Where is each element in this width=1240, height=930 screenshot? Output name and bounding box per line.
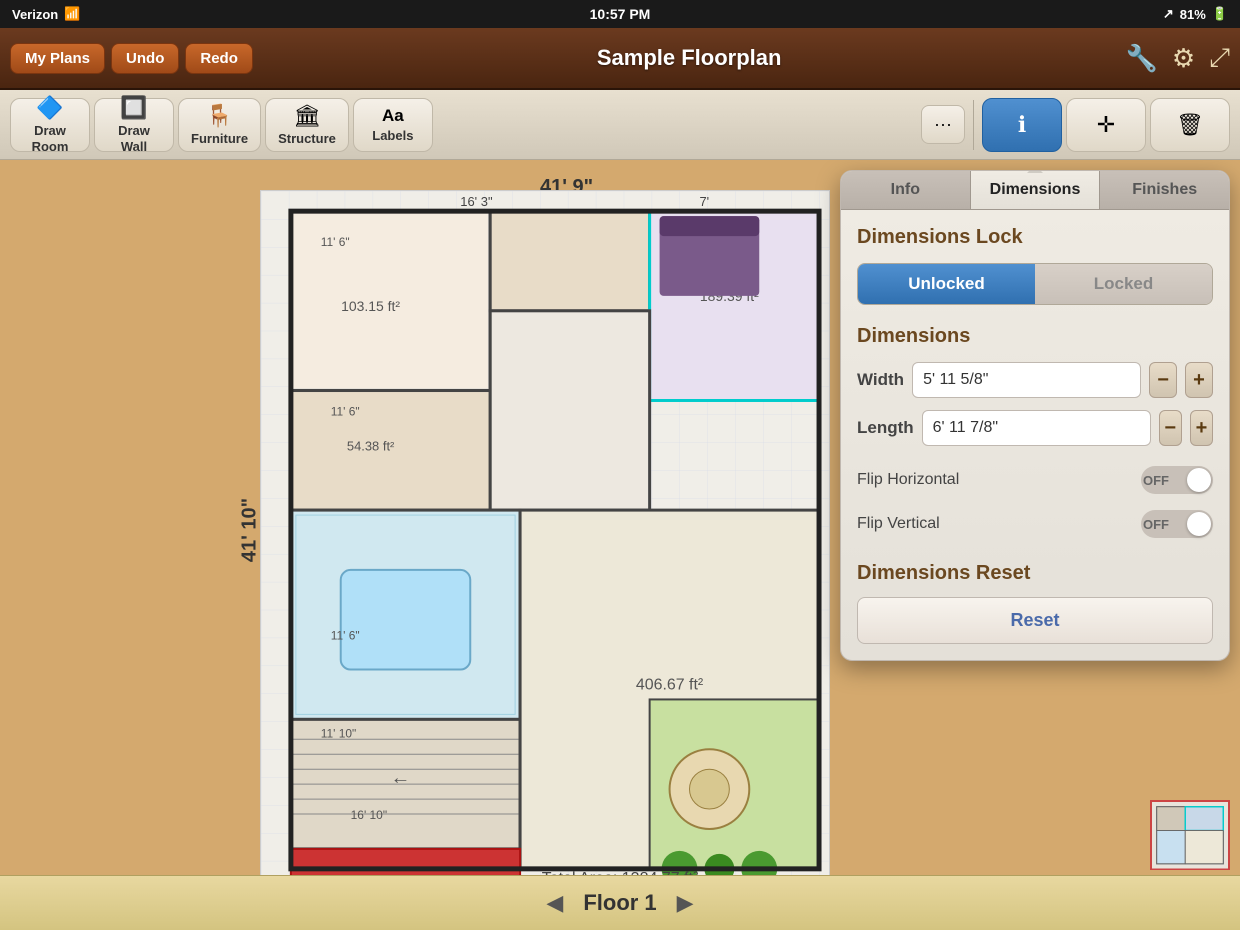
unlocked-button[interactable]: Unlocked: [858, 264, 1035, 304]
flip-horizontal-row: Flip Horizontal OFF: [857, 458, 1213, 502]
length-label: Length: [857, 418, 914, 438]
main-area: 41' 9" 41' 10" 6' 103.15 ft² 11' 6": [0, 160, 1240, 930]
tab-info[interactable]: Info: [841, 171, 971, 209]
floorplan-thumbnail[interactable]: [1150, 800, 1230, 870]
status-right: ↗ 81% 🔋: [1163, 6, 1228, 22]
more-tools-button[interactable]: ···: [921, 105, 965, 144]
structure-icon: 🏛: [293, 103, 321, 129]
dimensions-lock-title: Dimensions Lock: [857, 226, 1213, 249]
wrench-icon[interactable]: 🔧: [1126, 43, 1158, 74]
export-icon[interactable]: ⤢: [1209, 42, 1230, 74]
info-icon: ℹ: [1018, 112, 1026, 138]
status-time: 10:57 PM: [590, 6, 651, 22]
reset-button[interactable]: Reset: [857, 597, 1213, 644]
length-input[interactable]: [922, 410, 1151, 446]
panel-tabs: Info Dimensions Finishes: [841, 171, 1229, 210]
width-label: Width: [857, 370, 904, 390]
floor-prev-button[interactable]: ◀: [546, 890, 563, 916]
locked-button[interactable]: Locked: [1035, 264, 1212, 304]
top-toolbar: My Plans Undo Redo Sample Floorplan 🔧 ⚙ …: [0, 28, 1240, 90]
secondary-toolbar: 🔷 DrawRoom 🔲 DrawWall 🪑 Furniture 🏛 Stru…: [0, 90, 1240, 160]
flip-horizontal-toggle[interactable]: OFF: [1141, 466, 1213, 494]
tab-dimensions[interactable]: Dimensions: [971, 171, 1101, 209]
flip-vertical-knob: [1187, 512, 1211, 536]
wifi-icon: 📶: [64, 6, 80, 22]
move-tool[interactable]: ✛: [1066, 98, 1146, 152]
svg-text:16' 10": 16' 10": [351, 808, 387, 822]
draw-wall-tool[interactable]: 🔲 DrawWall: [94, 98, 174, 152]
flip-vertical-label: Flip Vertical: [857, 515, 940, 533]
labels-tool[interactable]: Aa Labels: [353, 98, 433, 152]
svg-text:406.67 ft²: 406.67 ft²: [636, 676, 703, 693]
flip-horizontal-knob: [1187, 468, 1211, 492]
svg-text:11' 6": 11' 6": [331, 629, 360, 643]
trash-tool[interactable]: 🗑: [1150, 98, 1230, 152]
battery-text: 81%: [1180, 7, 1206, 22]
flip-horizontal-state: OFF: [1143, 473, 1169, 488]
dimensions-panel: Info Dimensions Finishes Dimensions Lock…: [840, 170, 1230, 661]
floor-name: Floor 1: [583, 890, 656, 916]
floor-navigation: ◀ Floor 1 ▶: [0, 875, 1240, 930]
top-toolbar-right: 🔧 ⚙ ⤢: [1126, 42, 1231, 74]
draw-room-icon: 🔷: [36, 95, 63, 121]
dimensions-title: Dimensions: [857, 325, 1213, 348]
svg-text:←: ←: [391, 767, 411, 789]
panel-content: Dimensions Lock Unlocked Locked Dimensio…: [841, 210, 1229, 660]
toolbar-separator: [973, 100, 974, 150]
redo-button[interactable]: Redo: [185, 43, 253, 74]
length-row: Length − +: [857, 410, 1213, 446]
flip-horizontal-label: Flip Horizontal: [857, 471, 959, 489]
location-icon: ↗: [1163, 6, 1174, 22]
floor-next-button[interactable]: ▶: [677, 890, 694, 916]
width-increment-button[interactable]: +: [1185, 362, 1213, 398]
my-plans-button[interactable]: My Plans: [10, 43, 105, 74]
dimensions-reset-title: Dimensions Reset: [857, 562, 1213, 585]
labels-icon: Aa: [382, 106, 404, 126]
app-title: Sample Floorplan: [253, 45, 1126, 71]
gear-icon[interactable]: ⚙: [1172, 43, 1195, 74]
flip-vertical-toggle[interactable]: OFF: [1141, 510, 1213, 538]
draw-wall-icon: 🔲: [120, 95, 147, 121]
trash-icon: 🗑: [1176, 112, 1204, 138]
width-input[interactable]: [912, 362, 1141, 398]
flip-vertical-row: Flip Vertical OFF: [857, 502, 1213, 546]
svg-text:16' 3": 16' 3": [460, 194, 493, 209]
svg-text:11' 10": 11' 10": [321, 726, 357, 740]
flip-vertical-state: OFF: [1143, 517, 1169, 532]
undo-button[interactable]: Undo: [111, 43, 179, 74]
structure-tool[interactable]: 🏛 Structure: [265, 98, 349, 152]
info-tool[interactable]: ℹ: [982, 98, 1062, 152]
floorplan-canvas[interactable]: 103.15 ft² 11' 6" 189.39 ft² 54.38 ft² 1…: [260, 190, 830, 890]
panel-pointer: [1031, 170, 1051, 171]
length-decrement-button[interactable]: −: [1159, 410, 1182, 446]
carrier-text: Verizon: [12, 7, 58, 22]
svg-text:7': 7': [699, 194, 709, 209]
draw-room-tool[interactable]: 🔷 DrawRoom: [10, 98, 90, 152]
svg-text:103.15 ft²: 103.15 ft²: [341, 298, 400, 314]
furniture-tool[interactable]: 🪑 Furniture: [178, 98, 261, 152]
width-decrement-button[interactable]: −: [1149, 362, 1177, 398]
width-row: Width − +: [857, 362, 1213, 398]
battery-icon: 🔋: [1212, 6, 1228, 22]
svg-text:11' 6": 11' 6": [321, 235, 350, 249]
top-toolbar-left: My Plans Undo Redo: [10, 43, 253, 74]
move-icon: ✛: [1097, 112, 1115, 138]
svg-text:54.38 ft²: 54.38 ft²: [347, 438, 395, 453]
furniture-icon: 🪑: [206, 103, 233, 129]
dimension-left: 41' 10": [239, 497, 262, 561]
length-increment-button[interactable]: +: [1190, 410, 1213, 446]
lock-toggle: Unlocked Locked: [857, 263, 1213, 305]
tab-finishes[interactable]: Finishes: [1100, 171, 1229, 209]
svg-text:11' 6": 11' 6": [331, 404, 360, 418]
status-left: Verizon 📶: [12, 6, 80, 22]
status-bar: Verizon 📶 10:57 PM ↗ 81% 🔋: [0, 0, 1240, 28]
